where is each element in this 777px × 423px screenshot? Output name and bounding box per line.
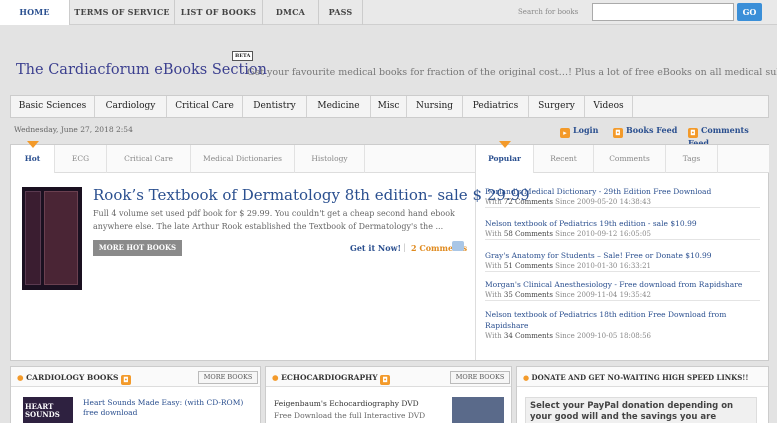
info-bar: Wednesday, June 27, 2018 2:54 ▸ Login ◘ Bo…: [10, 121, 769, 148]
tab-medical-dictionaries[interactable]: Medical Dictionaries: [191, 145, 295, 173]
donate-text: Select your PayPal donation depending on…: [525, 397, 757, 423]
sidebar-tabs: Popular Recent Comments Tags: [476, 141, 769, 173]
tab-popular[interactable]: Popular: [476, 145, 534, 173]
current-date: Wednesday, June 27, 2018 2:54: [14, 125, 133, 134]
category-surgery[interactable]: Surgery: [529, 96, 585, 117]
tab-histology[interactable]: Histology: [295, 145, 365, 173]
nav-home[interactable]: HOME: [0, 0, 70, 25]
popular-item-meta: With 72 Comments Since 2009-05-20 14:38:…: [485, 198, 652, 206]
box-title: ● DONATE AND GET NO-WAITING HIGH SPEED L…: [523, 373, 749, 382]
category-nursing[interactable]: Nursing: [407, 96, 463, 117]
category-navigation: Basic Sciences Cardiology Critical Care …: [10, 95, 769, 118]
list-item: Dorland's Medical Dictionary - 29th Edit…: [485, 186, 760, 208]
rss-icon: ◘: [613, 128, 623, 138]
more-hot-books-button[interactable]: MORE HOT BOOKS: [93, 240, 182, 256]
rss-icon[interactable]: ◘: [380, 375, 391, 385]
popular-item-title[interactable]: Gray's Anatomy for Students – Sale! Free…: [485, 250, 760, 261]
cover-text: HEART SOUNDS: [25, 402, 60, 419]
top-navigation: HOME TERMS OF SERVICE LIST OF BOOKS DMCA…: [0, 0, 777, 25]
nav-terms-of-service[interactable]: TERMS OF SERVICE: [70, 0, 175, 25]
active-tab-marker: [27, 141, 39, 148]
tab-comments[interactable]: Comments: [594, 145, 666, 173]
tab-critical-care[interactable]: Critical Care: [107, 145, 191, 173]
go-button[interactable]: GO: [737, 3, 762, 21]
category-pediatrics[interactable]: Pediatrics: [463, 96, 529, 117]
book-title-link[interactable]: Feigenbaum's Echocardiography DVD: [274, 399, 419, 408]
bullet-icon: ●: [17, 373, 24, 382]
popular-item-meta: With 58 Comments Since 2010-09-12 16:05:…: [485, 230, 652, 238]
more-books-button[interactable]: MORE BOOKS: [450, 371, 510, 384]
featured-tabs: Hot ECG Critical Care Medical Dictionari…: [11, 141, 475, 173]
nav-list-of-books[interactable]: LIST OF BOOKS: [175, 0, 263, 25]
featured-title[interactable]: Rook’s Textbook of Dermatology 8th editi…: [93, 186, 530, 204]
cardiology-books-box: ● CARDIOLOGY BOOKS ◘ MORE BOOKS HEART SO…: [10, 366, 261, 423]
login-link[interactable]: ▸ Login: [560, 125, 598, 138]
active-tab-marker: [499, 141, 511, 148]
category-videos[interactable]: Videos: [585, 96, 633, 117]
search-input[interactable]: [592, 3, 734, 21]
popular-item-title[interactable]: Dorland's Medical Dictionary - 29th Edit…: [485, 186, 760, 197]
box-header: ● ECHOCARDIOGRAPHY ◘ MORE BOOKS: [266, 367, 511, 387]
site-tagline: Get your favourite medical books for fra…: [247, 67, 777, 78]
login-icon: ▸: [560, 128, 570, 138]
popular-item-title[interactable]: Nelson textbook of Pediatrics 18th editi…: [485, 309, 760, 331]
nav-dmca[interactable]: DMCA: [263, 0, 319, 25]
box-header: ● CARDIOLOGY BOOKS ◘ MORE BOOKS: [11, 367, 260, 387]
search-label: Search for books: [518, 8, 579, 16]
category-medicine[interactable]: Medicine: [307, 96, 371, 117]
featured-description: Full 4 volume set used pdf book for $ 29…: [93, 209, 455, 231]
category-critical-care[interactable]: Critical Care: [167, 96, 243, 117]
get-it-now-link[interactable]: Get it Now!: [350, 243, 401, 253]
category-dentistry[interactable]: Dentistry: [243, 96, 307, 117]
popular-item-meta: With 34 Comments Since 2009-10-05 18:08:…: [485, 332, 652, 340]
tab-ecg[interactable]: ECG: [55, 145, 107, 173]
link-separator: |: [403, 243, 406, 252]
box-title: ● CARDIOLOGY BOOKS ◘: [17, 373, 134, 385]
book-description: Free Download the full Interactive DVD: [274, 411, 426, 420]
book-front: [44, 191, 78, 285]
site-title[interactable]: The Cardiacforum eBooks Section: [16, 62, 267, 78]
nav-pass[interactable]: PASS: [319, 0, 363, 25]
donate-box: ● DONATE AND GET NO-WAITING HIGH SPEED L…: [516, 366, 769, 423]
tab-hot[interactable]: Hot: [11, 145, 55, 173]
box-title: ● ECHOCARDIOGRAPHY ◘: [272, 373, 393, 385]
book-cover-thumb[interactable]: HEART SOUNDS: [23, 397, 73, 423]
book-spine: [25, 191, 41, 285]
more-books-button[interactable]: MORE BOOKS: [198, 371, 258, 384]
list-item: Gray's Anatomy for Students – Sale! Free…: [485, 250, 760, 272]
list-item: Nelson textbook of Pediatrics 18th editi…: [485, 309, 760, 343]
bullet-icon: ●: [523, 373, 530, 382]
box-header: ● DONATE AND GET NO-WAITING HIGH SPEED L…: [517, 367, 768, 387]
echocardiography-box: ● ECHOCARDIOGRAPHY ◘ MORE BOOKS Feigenba…: [265, 366, 512, 423]
comment-bubble-icon: [452, 241, 464, 251]
list-item: Nelson textbook of Pediatrics 19th editi…: [485, 218, 760, 240]
featured-book-cover[interactable]: [22, 187, 82, 290]
category-misc[interactable]: Misc: [371, 96, 407, 117]
rss-icon: ◘: [688, 128, 698, 138]
bullet-icon: ●: [272, 373, 279, 382]
book-title-link[interactable]: Heart Sounds Made Easy: (with CD-ROM) fr…: [83, 398, 255, 418]
rss-icon[interactable]: ◘: [121, 375, 132, 385]
popular-item-meta: With 35 Comments Since 2009-11-04 19:35:…: [485, 291, 652, 299]
panel-divider: [475, 145, 476, 360]
beta-badge: BETA: [232, 51, 254, 61]
category-basic-sciences[interactable]: Basic Sciences: [11, 96, 95, 117]
popular-item-title[interactable]: Nelson textbook of Pediatrics 19th editi…: [485, 218, 760, 229]
tab-tags[interactable]: Tags: [666, 145, 718, 173]
category-cardiology[interactable]: Cardiology: [95, 96, 167, 117]
books-feed-link[interactable]: ◘ Books Feed: [613, 125, 677, 138]
book-cover-thumb[interactable]: [452, 397, 504, 423]
list-item: Morgan's Clinical Anesthesiology - Free …: [485, 279, 760, 301]
popular-item-title[interactable]: Morgan's Clinical Anesthesiology - Free …: [485, 279, 760, 290]
featured-panel: Hot ECG Critical Care Medical Dictionari…: [10, 141, 769, 361]
tab-recent[interactable]: Recent: [534, 145, 594, 173]
popular-item-meta: With 51 Comments Since 2010-01-30 16:33:…: [485, 262, 652, 270]
